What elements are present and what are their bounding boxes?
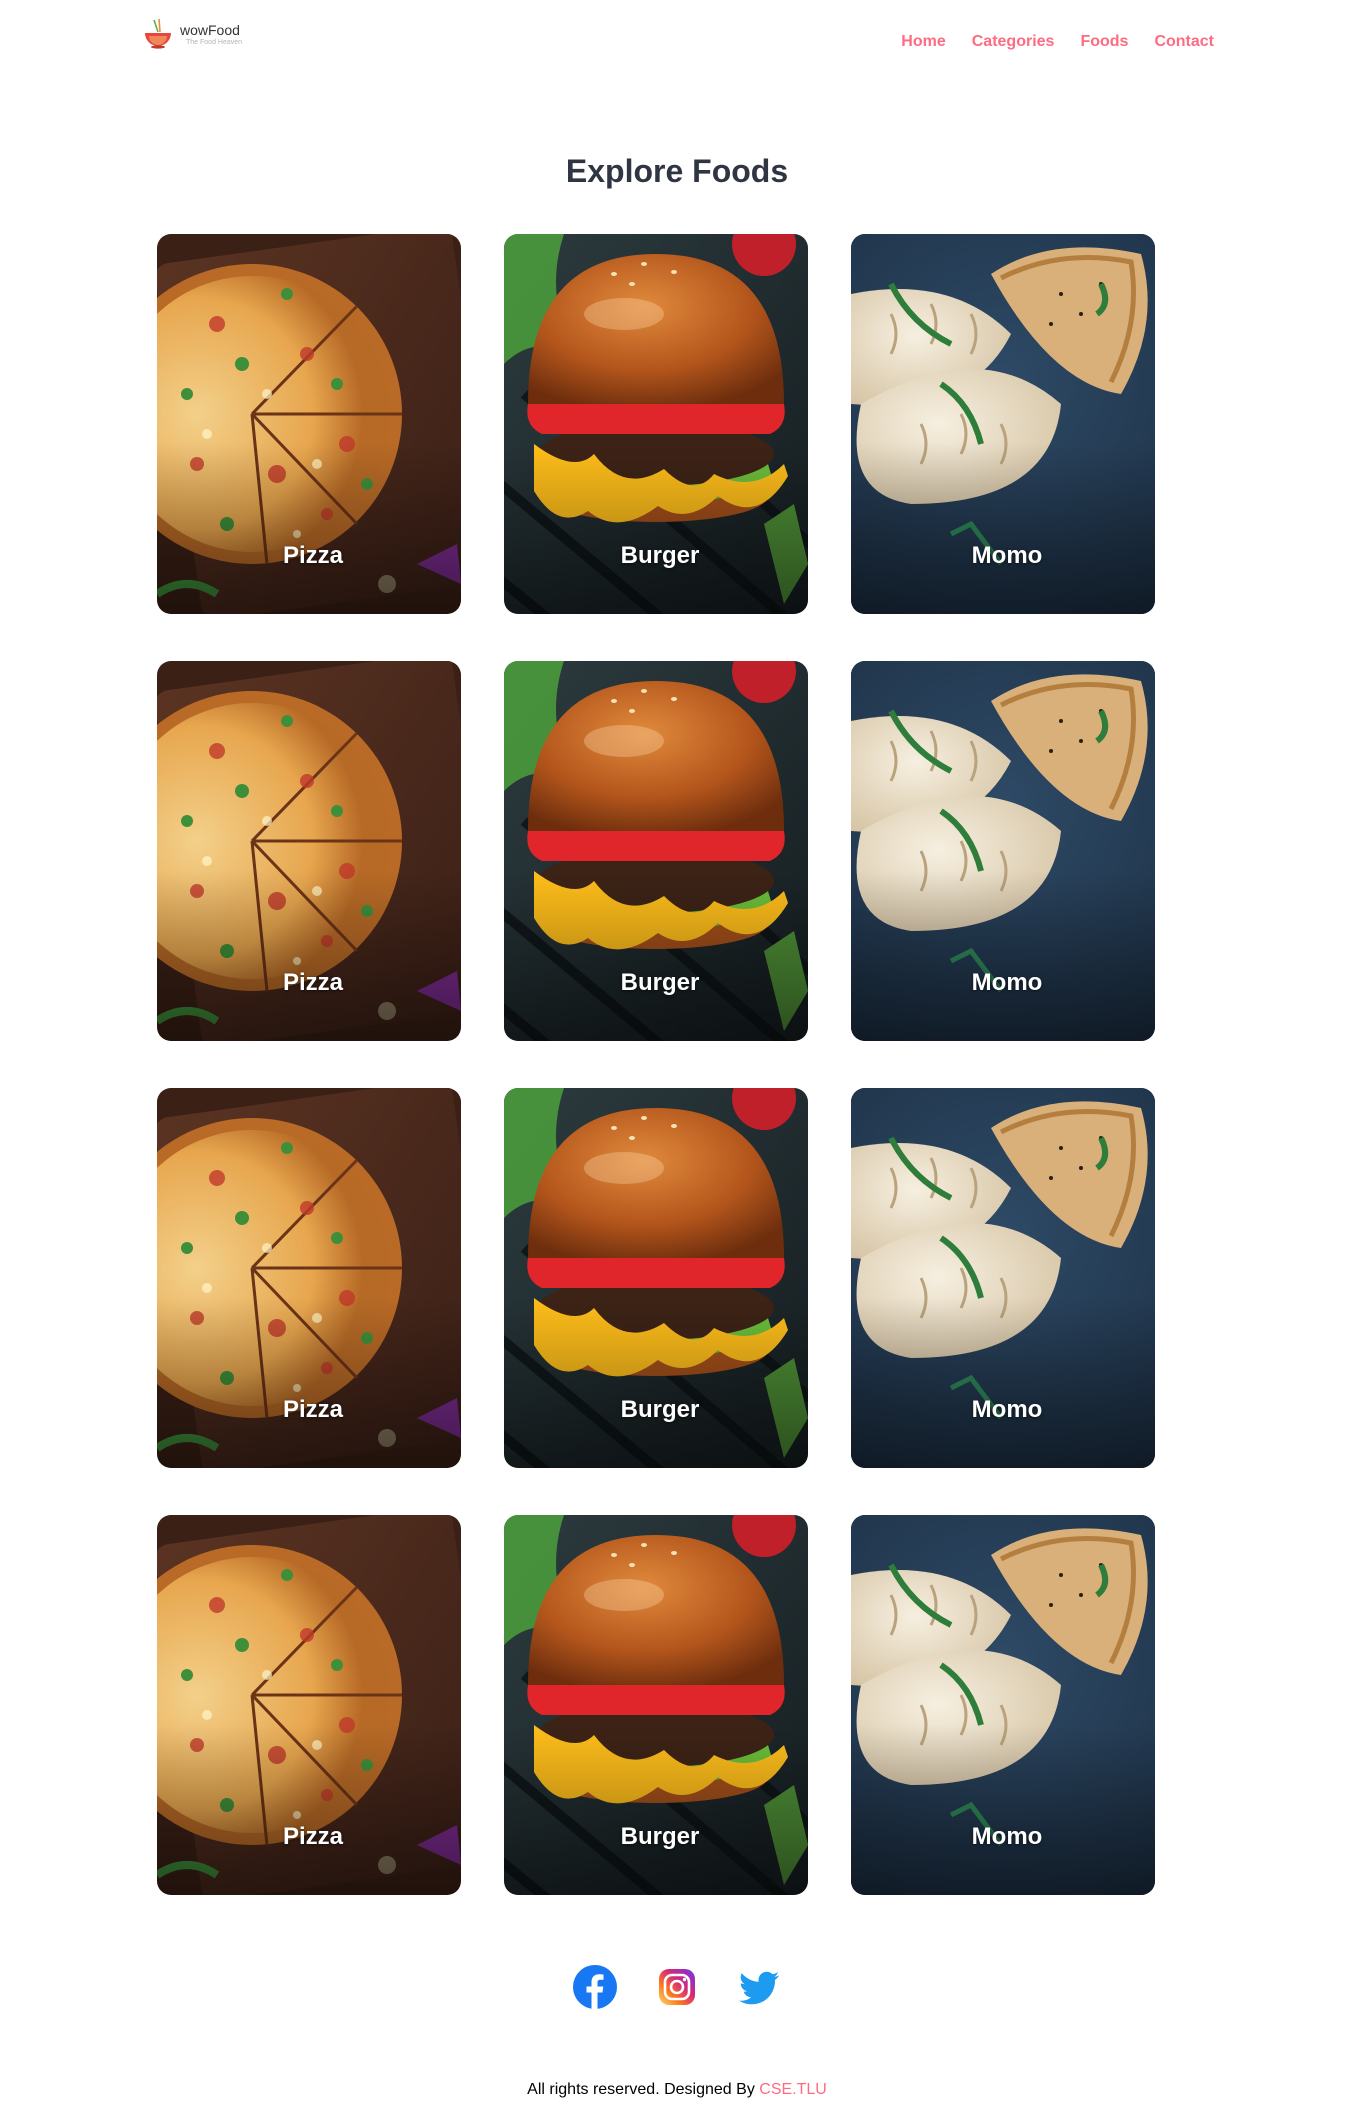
nav-contact-link[interactable]: Contact: [1154, 33, 1214, 51]
food-card-momo[interactable]: Momo: [851, 1515, 1155, 1895]
food-card-title: Burger: [620, 1823, 700, 1850]
food-card-burger[interactable]: Burger: [504, 234, 808, 614]
brand-name: wowFood: [180, 21, 240, 38]
food-card-title: Momo: [971, 1396, 1043, 1423]
social-links: [0, 1965, 1354, 2009]
instagram-icon: [659, 1969, 695, 2005]
nav-home-link[interactable]: Home: [901, 33, 945, 51]
food-card-pizza[interactable]: Pizza: [157, 1088, 461, 1468]
facebook-icon: [573, 1965, 617, 2009]
food-card-title: Pizza: [282, 1823, 344, 1850]
food-bowl-logo-icon: [145, 18, 171, 49]
instagram-link[interactable]: [655, 1965, 699, 2009]
main-menu: Home Categories Foods Contact: [901, 33, 1214, 51]
food-card-title: Pizza: [282, 969, 344, 996]
copyright-label: All rights reserved. Designed By: [527, 2081, 760, 2098]
brand-tagline: The Food Heaven: [186, 38, 243, 46]
food-card-title: Burger: [620, 969, 700, 996]
food-card-title: Momo: [971, 1823, 1043, 1850]
logo[interactable]: wowFood The Food Heaven: [140, 14, 250, 54]
nav-foods-link[interactable]: Foods: [1080, 33, 1128, 51]
food-card-pizza[interactable]: Pizza: [157, 661, 461, 1041]
food-grid: Pizza Burger Momo Pizza Burger Momo Pizz…: [157, 234, 1155, 1895]
food-card-pizza[interactable]: Pizza: [157, 1515, 461, 1895]
food-card-burger[interactable]: Burger: [504, 661, 808, 1041]
food-card-momo[interactable]: Momo: [851, 1088, 1155, 1468]
copyright-text: All rights reserved. Designed By CSE.TLU: [0, 2081, 1354, 2099]
designer-link[interactable]: CSE.TLU: [759, 2081, 827, 2098]
navbar: wowFood The Food Heaven Home Categories …: [0, 0, 1354, 90]
nav-categories-link[interactable]: Categories: [972, 33, 1055, 51]
food-card-title: Momo: [971, 542, 1043, 569]
food-card-title: Burger: [620, 542, 700, 569]
page-title: Explore Foods: [565, 153, 789, 189]
food-card-title: Momo: [971, 969, 1043, 996]
food-card-pizza[interactable]: Pizza: [157, 234, 461, 614]
food-card-title: Burger: [620, 1396, 700, 1423]
twitter-link[interactable]: [737, 1965, 781, 2009]
twitter-icon: [739, 1971, 779, 2005]
food-card-title: Pizza: [282, 542, 344, 569]
food-card-momo[interactable]: Momo: [851, 661, 1155, 1041]
food-card-momo[interactable]: Momo: [851, 234, 1155, 614]
food-card-burger[interactable]: Burger: [504, 1088, 808, 1468]
food-card-burger[interactable]: Burger: [504, 1515, 808, 1895]
food-card-title: Pizza: [282, 1396, 344, 1423]
facebook-link[interactable]: [573, 1965, 617, 2009]
